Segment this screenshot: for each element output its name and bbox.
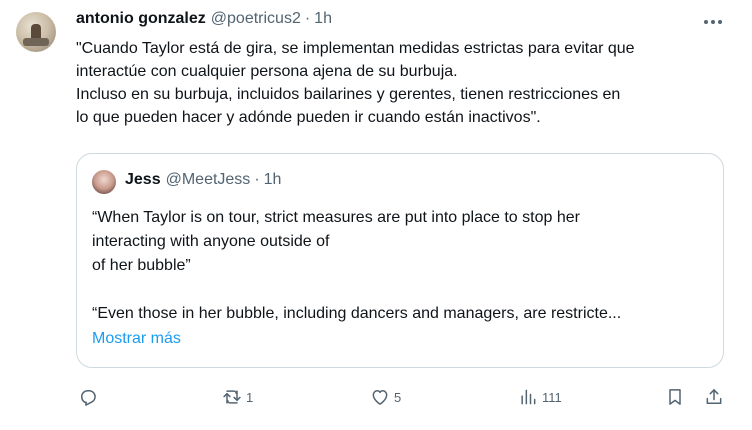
share-button[interactable]	[704, 380, 724, 414]
tweet[interactable]: antonio gonzalez @poetricus2 · 1h "Cuand…	[0, 0, 752, 430]
quoted-tweet[interactable]: Jess @MeetJess · 1h “When Taylor is on t…	[76, 153, 724, 368]
views-count: 111	[542, 389, 562, 405]
tweet-timestamp[interactable]: 1h	[314, 10, 332, 28]
bookmark-icon	[669, 389, 681, 405]
views-icon	[521, 389, 536, 405]
views-button[interactable]: 111	[518, 380, 562, 414]
author-avatar[interactable]	[16, 12, 56, 52]
quoted-text-line: “Even those in her bubble, including dan…	[92, 305, 622, 322]
retweet-count: 1	[246, 389, 254, 405]
more-icon	[704, 20, 722, 24]
quoted-tweet-header: Jess @MeetJess · 1h	[125, 171, 281, 189]
quoted-header-separator: ·	[254, 171, 260, 188]
quoted-author-avatar[interactable]	[92, 170, 116, 194]
more-options-button[interactable]	[701, 12, 725, 32]
author-name[interactable]: antonio gonzalez	[76, 10, 206, 28]
tweet-text-line: "Cuando Taylor está de gira, se implemen…	[76, 40, 635, 57]
avatar-bench	[23, 38, 49, 46]
like-count: 5	[394, 389, 402, 405]
bookmark-button[interactable]	[665, 380, 685, 414]
reply-button[interactable]	[78, 380, 98, 414]
tweet-text-line: lo que pueden hacer y adónde pueden ir c…	[76, 109, 541, 126]
quoted-text-line	[92, 278, 712, 302]
retweet-icon	[223, 390, 241, 404]
quoted-tweet-text: “When Taylor is on tour, strict measures…	[92, 206, 712, 326]
reply-icon	[81, 390, 96, 406]
tweet-text-line: interactúe con cualquier persona ajena d…	[76, 63, 458, 80]
action-bar: 1 5 111	[0, 380, 752, 414]
quoted-text-line: “When Taylor is on tour, strict measures…	[92, 209, 580, 226]
like-button[interactable]: 5	[370, 380, 401, 414]
quoted-text-line: of her bubble”	[92, 257, 191, 274]
header-separator: ·	[304, 10, 311, 27]
quoted-tweet-timestamp: 1h	[263, 171, 282, 188]
share-icon	[706, 389, 722, 404]
tweet-text: "Cuando Taylor está de gira, se implemen…	[76, 37, 726, 129]
tweet-header: antonio gonzalez @poetricus2 · 1h	[76, 10, 332, 32]
quoted-author-name: Jess	[125, 171, 161, 188]
heart-icon	[372, 390, 388, 405]
quoted-author-handle: @MeetJess	[165, 171, 251, 188]
tweet-text-line: Incluso en su burbuja, incluidos bailari…	[76, 86, 621, 103]
author-handle[interactable]: @poetricus2	[211, 10, 301, 28]
quoted-text-line: interacting with anyone outside of	[92, 233, 330, 250]
retweet-button[interactable]: 1	[222, 380, 253, 414]
show-more-link[interactable]: Mostrar más	[92, 330, 181, 348]
